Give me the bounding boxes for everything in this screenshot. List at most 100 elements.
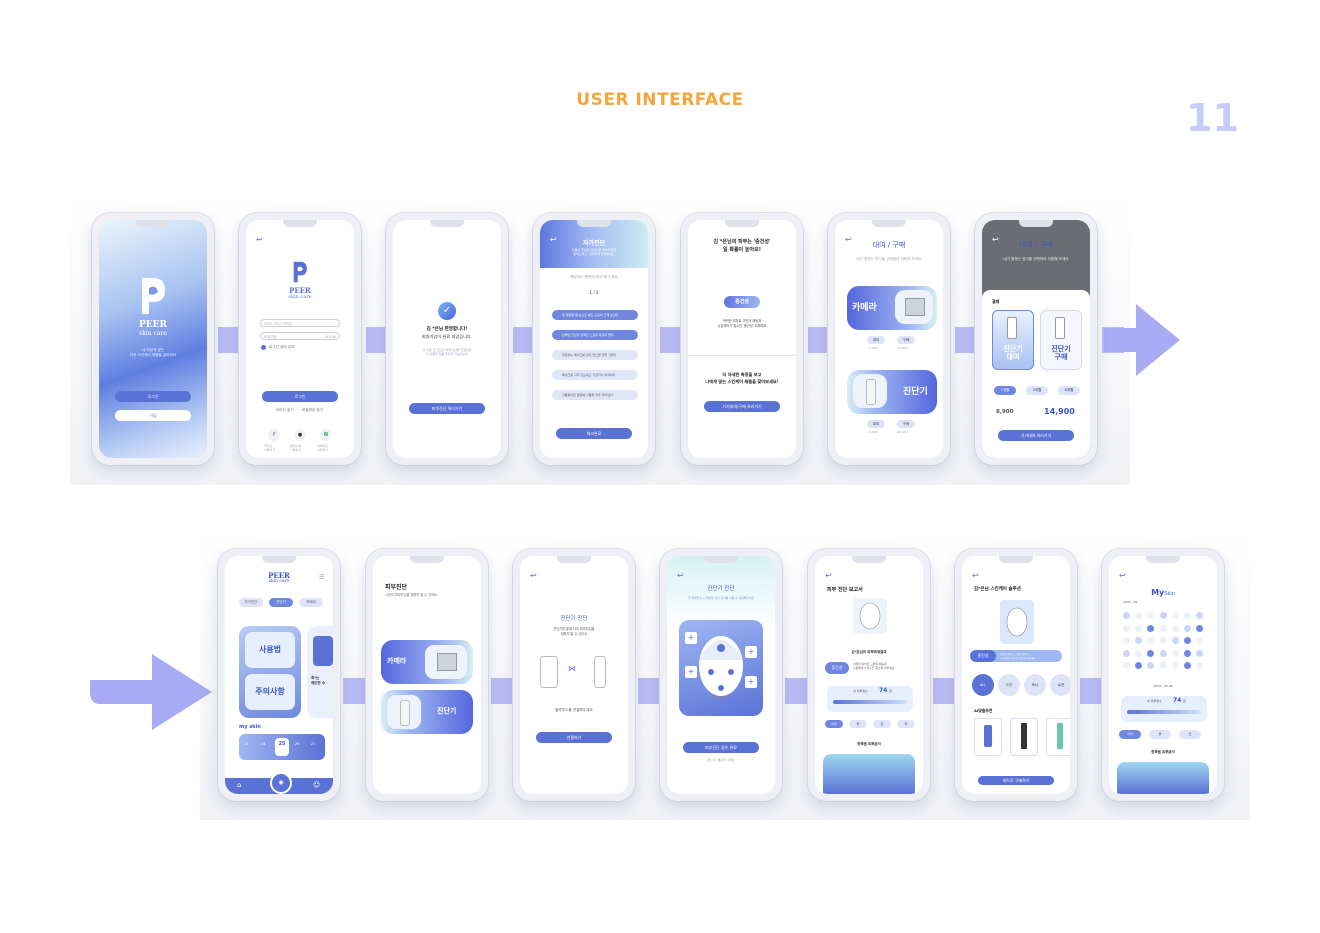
buy-chip[interactable]: 구매 [897,420,915,428]
date-item[interactable]: 23 [244,742,248,746]
calendar-day[interactable] [1147,624,1155,632]
back-icon[interactable]: ↩ [677,571,684,580]
calendar-day[interactable] [1184,662,1191,669]
duration-chip[interactable]: 3개월 [1026,386,1048,395]
product-card[interactable] [1010,718,1038,756]
calendar-day[interactable] [1159,637,1167,644]
camera-icon[interactable]: ◉ [270,772,292,794]
tab-camera[interactable]: 카메라 [299,598,323,607]
join-button[interactable]: 가입 [115,410,191,421]
show-toggle[interactable]: SHOW [325,333,336,341]
buy-set-button[interactable]: 세트로 구매하기 [978,776,1054,785]
calendar-day[interactable] [1196,612,1204,619]
connect-button[interactable]: 연결하기 [536,732,612,743]
date-item[interactable]: 27 [311,742,315,746]
caution-label[interactable]: 주의사항 [245,674,295,710]
calendar-day[interactable] [1135,612,1143,619]
calendar-day[interactable] [1147,637,1155,644]
guide-card[interactable]: 사용법 주의사항 [239,626,301,718]
rent-chip[interactable]: 대여 [867,336,885,344]
calendar-day[interactable] [1123,649,1130,657]
back-icon[interactable]: ↩ [825,571,832,580]
calendar-day[interactable] [1196,637,1204,644]
question-item[interactable]: 기름종이로 얼굴에 기름을 자주 닦아낸다 [552,390,638,400]
back-icon[interactable]: ↩ [256,235,263,244]
category-lotion[interactable]: 로션 [1050,674,1070,696]
home-icon[interactable]: ⌂ [237,781,241,789]
calendar-day[interactable] [1135,649,1143,657]
calendar-day[interactable] [1147,662,1155,669]
go-diagnosis-button[interactable]: 피부진단 하러가기 [409,403,485,414]
device-card[interactable]: 진단기 [847,370,937,414]
calendar-day[interactable] [1147,612,1155,619]
category-skin[interactable]: 스킨 [998,674,1020,696]
calendar-day[interactable] [1147,649,1155,657]
calendar-day[interactable] [1171,637,1179,644]
category-toner[interactable]: 토너 [1024,674,1046,696]
area-chip[interactable]: 볼 [849,720,867,728]
add-point-button[interactable]: + [745,676,757,688]
product-card[interactable] [974,718,1002,756]
check-done-button[interactable]: 체크완료 [556,428,632,439]
calendar-day[interactable] [1135,637,1143,644]
password-field[interactable]: 비밀번호 SHOW [260,332,340,340]
date-item[interactable]: 26 [295,742,299,746]
facebook-icon[interactable]: f [268,429,280,441]
duration-chip[interactable]: 6개월 [1058,386,1080,395]
rent-buy-button[interactable]: 기기대여/구매 하러가기 [704,401,780,412]
area-chip[interactable]: 이마 [1119,730,1141,739]
calendar-day[interactable] [1159,612,1167,619]
tab-device[interactable]: 진단기 [269,598,293,607]
back-icon[interactable]: ↩ [972,571,979,580]
category-all[interactable]: ALL [972,674,994,696]
calendar-day[interactable] [1171,624,1179,632]
calendar-day[interactable] [1196,624,1204,632]
option-buy-card[interactable]: 진단기 구매 [1040,310,1082,370]
menu-icon[interactable]: ☰ [319,574,324,581]
calendar-day[interactable] [1196,649,1204,657]
duration-chip[interactable]: 1개월 [994,386,1016,395]
calendar-day[interactable] [1171,612,1179,619]
back-icon[interactable]: ↩ [530,571,537,580]
back-icon[interactable]: ↩ [1119,571,1126,580]
area-chip[interactable]: 턱 [897,720,915,728]
calendar-day[interactable] [1135,662,1143,669]
question-item[interactable]: 번쩍번 코보다 번쩍한 느낌의 화장이 좋다 [552,330,638,340]
id-field[interactable]: 아이디 또는 이메일 [260,319,340,327]
area-chip[interactable]: 코 [873,720,891,728]
usage-label[interactable]: 사용법 [245,632,295,668]
area-chip[interactable]: 코 [1179,730,1201,739]
calendar-day[interactable] [1171,649,1179,657]
calendar-day[interactable] [1196,662,1204,669]
camera-card[interactable]: 카메라 [381,640,473,684]
question-item[interactable]: 메이크를 자주 건는대도 거칠거나 버석하다 [552,370,638,380]
option-rent-card[interactable]: 진단기 대여 [992,310,1034,370]
calendar-day[interactable] [1171,662,1179,669]
profile-icon[interactable]: ☺ [313,781,320,789]
calendar-day[interactable] [1123,662,1130,669]
calendar-day[interactable] [1184,612,1191,619]
submit-diagnosis-button[interactable]: 피부진단 접수 완료 [683,742,759,753]
add-point-button[interactable]: + [685,632,697,644]
calendar-day[interactable] [1159,624,1167,632]
calendar-day[interactable] [1123,637,1130,644]
date-item-selected[interactable]: 25 [275,738,289,756]
calendar-day[interactable] [1184,624,1191,632]
buy-chip[interactable]: 구매 [897,336,915,344]
product-card[interactable] [1046,718,1070,756]
add-point-button[interactable]: + [685,666,697,678]
camera-card[interactable]: 카메라 [847,286,937,330]
calendar-day[interactable] [1159,662,1167,669]
rent-device-button[interactable]: 기기대여 하러가기 [998,430,1074,441]
calendar-day[interactable] [1123,624,1130,632]
calendar-day[interactable] [1123,612,1130,619]
area-chip[interactable]: 이마 [825,720,843,728]
calendar-day[interactable] [1184,649,1191,657]
side-card[interactable]: 최*는 예민한 수 [307,626,333,718]
date-item[interactable]: 24 [261,742,265,746]
auto-login-checkbox[interactable] [261,345,266,350]
find-pw-link[interactable]: 비밀번호 찾기 [302,408,323,413]
add-point-button[interactable]: + [745,646,757,658]
device-card[interactable]: 진단기 [381,690,473,734]
calendar-day[interactable] [1159,649,1167,657]
